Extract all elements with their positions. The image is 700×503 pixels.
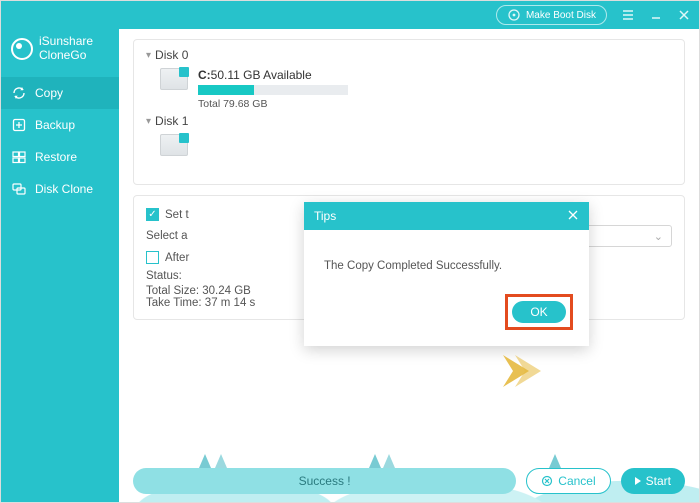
chevron-down-icon: ▾: [146, 50, 151, 61]
dialog-close-icon[interactable]: [567, 209, 579, 224]
logo-icon: [11, 38, 33, 60]
minimize-icon[interactable]: [649, 8, 663, 22]
cancel-icon: [541, 475, 553, 487]
disk-1-header[interactable]: ▾ Disk 1: [146, 114, 672, 128]
disk-1-title: Disk 1: [155, 114, 188, 128]
disk-0-header[interactable]: ▾ Disk 0: [146, 48, 672, 62]
status-take-time: Take Time: 37 m 14 s: [146, 297, 255, 309]
partition-total: Total 79.68 GB: [198, 98, 348, 110]
start-label: Start: [646, 474, 671, 488]
start-button[interactable]: Start: [621, 468, 685, 494]
sidebar: iSunshare CloneGo Copy Backup: [1, 29, 119, 502]
sidebar-item-copy[interactable]: Copy: [1, 77, 119, 109]
app-window: Make Boot Disk iSunshare CloneGo: [0, 0, 700, 503]
menu-icon[interactable]: [621, 8, 635, 22]
restore-icon: [11, 149, 27, 165]
footer: Success ! Cancel Start: [119, 432, 699, 502]
sidebar-item-label: Copy: [35, 86, 63, 100]
play-icon: [635, 477, 641, 485]
usage-bar-fill: [198, 85, 254, 95]
cancel-label: Cancel: [558, 474, 595, 488]
sidebar-item-label: Restore: [35, 150, 77, 164]
ok-label: OK: [530, 305, 547, 319]
disc-icon: [507, 8, 521, 22]
option-select-label: Select a: [146, 230, 188, 242]
drive-icon: [160, 68, 188, 90]
disk-0-title: Disk 0: [155, 48, 188, 62]
tree-icon: [383, 454, 395, 468]
copy-icon: [11, 85, 27, 101]
dialog-titlebar: Tips: [304, 202, 589, 230]
sidebar-item-backup[interactable]: Backup: [1, 109, 119, 141]
progress-button: Success !: [133, 468, 516, 494]
sidebar-item-restore[interactable]: Restore: [1, 141, 119, 173]
dialog-body: The Copy Completed Successfully.: [304, 230, 589, 294]
drive-icon: [160, 134, 188, 156]
checkbox-set[interactable]: ✓: [146, 208, 159, 221]
tree-icon: [199, 454, 211, 468]
ok-button[interactable]: OK: [512, 301, 566, 323]
usage-bar: [198, 85, 348, 95]
option-set-label: Set t: [165, 209, 189, 221]
option-after-label: After: [165, 252, 189, 264]
disk-clone-icon: [11, 181, 27, 197]
tree-icon: [215, 454, 227, 468]
partition-title: C:50.11 GB Available: [198, 68, 348, 82]
progress-label: Success !: [299, 474, 351, 488]
dialog-title: Tips: [314, 209, 336, 223]
cancel-button[interactable]: Cancel: [526, 468, 610, 494]
tips-dialog: Tips The Copy Completed Successfully. OK: [304, 202, 589, 346]
partition-available: 50.11 GB Available: [211, 68, 312, 82]
backup-icon: [11, 117, 27, 133]
app-body: iSunshare CloneGo Copy Backup: [1, 29, 699, 502]
tree-icon: [369, 454, 381, 468]
ok-highlight: OK: [505, 294, 573, 330]
tree-icon: [549, 454, 561, 468]
app-logo: iSunshare CloneGo: [1, 29, 119, 77]
dialog-footer: OK: [304, 294, 589, 346]
sidebar-item-disk-clone[interactable]: Disk Clone: [1, 173, 119, 205]
make-boot-label: Make Boot Disk: [526, 10, 596, 21]
make-boot-disk-button[interactable]: Make Boot Disk: [496, 5, 607, 25]
disks-panel: ▾ Disk 0 C:50.11 GB Available Total 79.6…: [133, 39, 685, 185]
sidebar-item-label: Backup: [35, 118, 75, 132]
main-area: ▾ Disk 0 C:50.11 GB Available Total 79.6…: [119, 29, 699, 502]
titlebar: Make Boot Disk: [1, 1, 699, 29]
partition-row[interactable]: C:50.11 GB Available Total 79.68 GB: [160, 68, 672, 110]
partition-info: [198, 134, 348, 170]
button-bar: Success ! Cancel Start: [119, 468, 699, 494]
partition-row[interactable]: [160, 134, 672, 170]
checkbox-after[interactable]: [146, 251, 159, 264]
brand-line-1: iSunshare: [39, 35, 93, 49]
partition-info: C:50.11 GB Available Total 79.68 GB: [198, 68, 348, 110]
close-icon[interactable]: [677, 8, 691, 22]
partition-letter: C:: [198, 68, 211, 82]
status-total-size: Total Size: 30.24 GB: [146, 285, 255, 297]
dialog-message: The Copy Completed Successfully.: [324, 260, 502, 272]
sidebar-item-label: Disk Clone: [35, 182, 93, 196]
logo-text: iSunshare CloneGo: [39, 35, 93, 63]
chevron-down-icon: ▾: [146, 116, 151, 127]
brand-line-2: CloneGo: [39, 49, 93, 63]
